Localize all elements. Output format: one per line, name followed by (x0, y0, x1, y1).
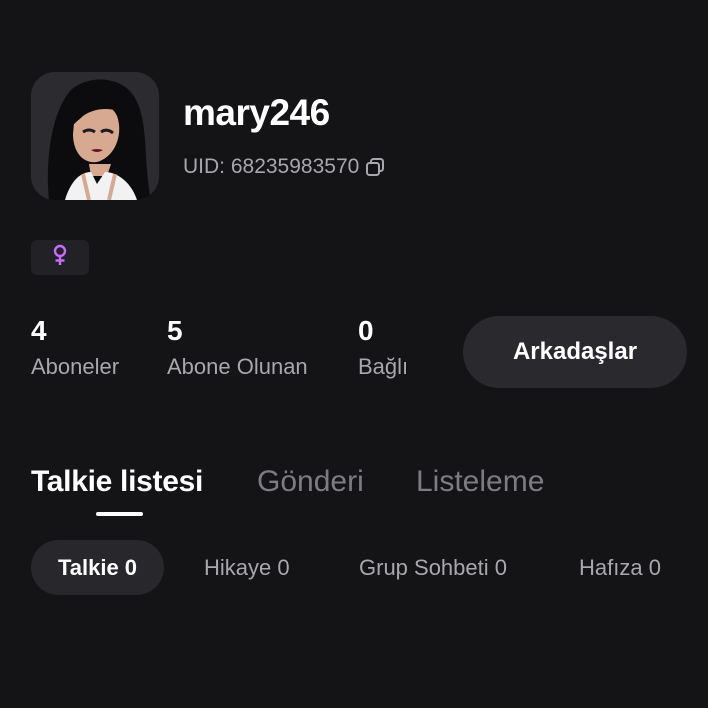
stat-following[interactable]: 5 Abone Olunan (167, 314, 308, 380)
filter-story[interactable]: Hikaye 0 (204, 540, 290, 595)
profile-avatar[interactable] (31, 72, 159, 200)
stat-value: 0 (358, 315, 374, 346)
stat-connected[interactable]: 0 Bağlı (358, 314, 408, 380)
copy-icon[interactable] (365, 157, 385, 177)
filter-talkie[interactable]: Talkie 0 (31, 540, 164, 595)
stat-value: 5 (167, 315, 183, 346)
stat-label: Bağlı (358, 354, 409, 379)
active-tab-indicator (96, 512, 143, 516)
tab-listing[interactable]: Listeleme (416, 465, 544, 499)
tab-talkie-list[interactable]: Talkie listesi (31, 465, 203, 499)
uid-text: UID: 68235983570 (183, 155, 360, 178)
friends-button[interactable]: Arkadaşlar (463, 316, 687, 388)
stat-value: 4 (31, 315, 47, 346)
filter-memory[interactable]: Hafıza 0 (579, 540, 661, 595)
username: mary246 (183, 92, 330, 133)
uid-row: UID: 68235983570 (183, 155, 385, 179)
stat-followers[interactable]: 4 Aboneler (31, 314, 119, 380)
avatar-illustration (31, 72, 159, 200)
stat-label: Aboneler (31, 354, 120, 379)
gender-badge (31, 240, 89, 275)
tab-posts[interactable]: Gönderi (257, 465, 364, 499)
filter-group-chat[interactable]: Grup Sohbeti 0 (359, 540, 507, 595)
stat-label: Abone Olunan (167, 354, 308, 379)
female-symbol-icon (52, 244, 68, 271)
